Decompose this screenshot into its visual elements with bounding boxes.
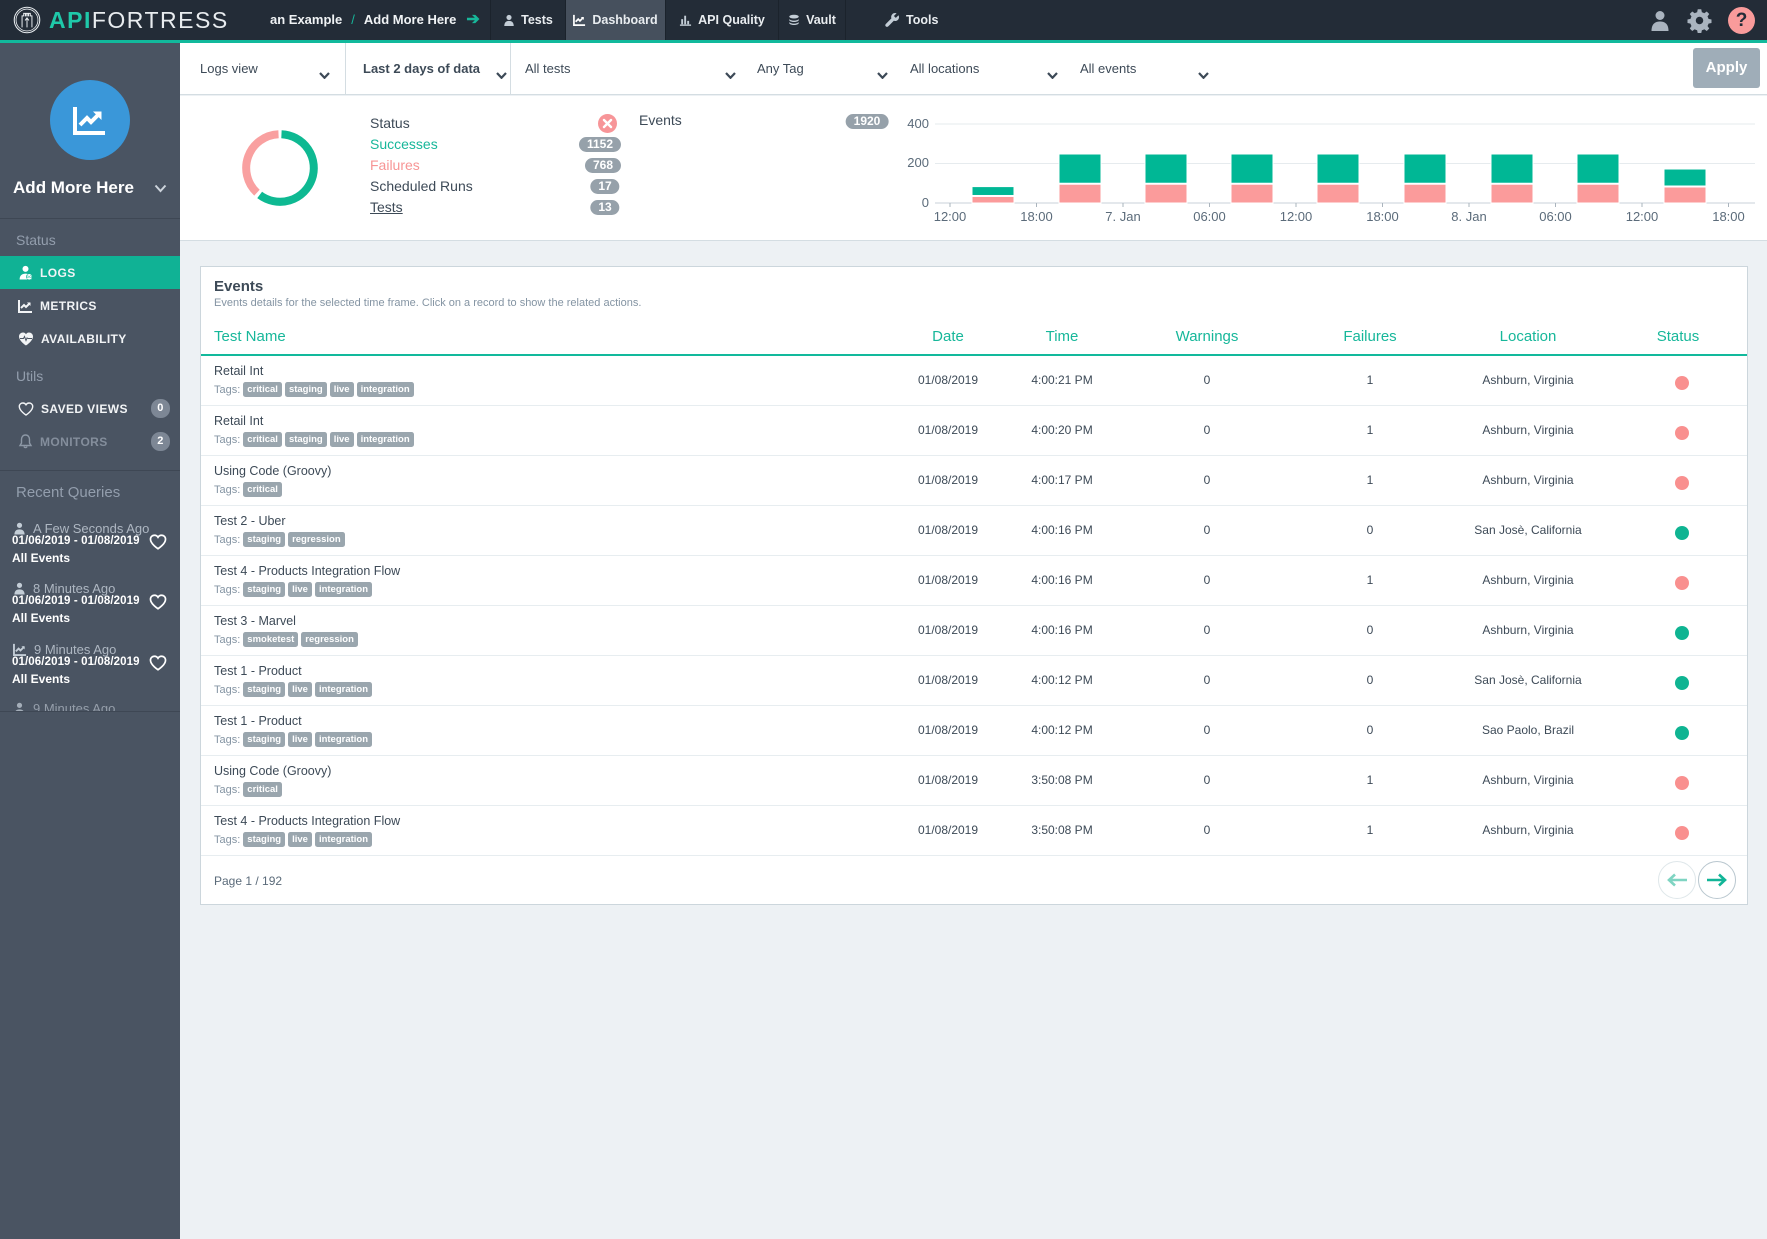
svg-text:200: 200 — [907, 155, 929, 170]
svg-text:GO: GO — [26, 275, 33, 279]
svg-text:18:00: 18:00 — [1366, 209, 1399, 224]
svg-text:06:00: 06:00 — [1193, 209, 1226, 224]
svg-text:0: 0 — [922, 195, 929, 210]
svg-text:06:00: 06:00 — [1539, 209, 1572, 224]
svg-text:400: 400 — [907, 116, 929, 131]
svg-text:8. Jan: 8. Jan — [1451, 209, 1486, 224]
svg-text:12:00: 12:00 — [1280, 209, 1313, 224]
svg-text:12:00: 12:00 — [1626, 209, 1659, 224]
svg-text:12:00: 12:00 — [934, 209, 967, 224]
svg-text:18:00: 18:00 — [1020, 209, 1053, 224]
svg-text:18:00: 18:00 — [1712, 209, 1745, 224]
svg-text:7. Jan: 7. Jan — [1105, 209, 1140, 224]
